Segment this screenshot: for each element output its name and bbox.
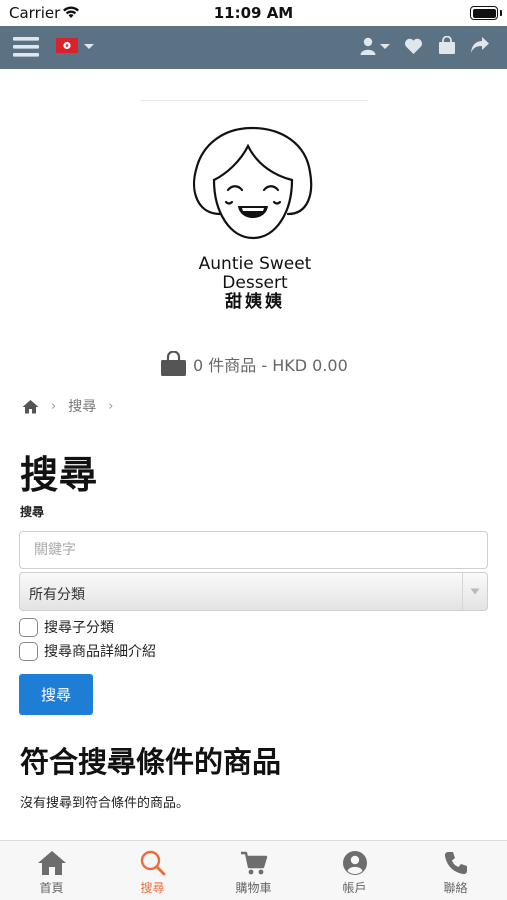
phone-icon bbox=[444, 852, 467, 875]
breadcrumb-current[interactable]: 搜尋 bbox=[68, 396, 96, 416]
subcategory-checkbox-label: 搜尋子分類 bbox=[44, 620, 114, 636]
select-arrow bbox=[462, 573, 487, 610]
description-checkbox-row[interactable]: 搜尋商品詳細介紹 bbox=[19, 641, 156, 661]
caret-down-icon bbox=[470, 588, 480, 595]
share-icon[interactable] bbox=[470, 36, 490, 54]
tab-search[interactable]: 搜尋 bbox=[102, 841, 203, 900]
search-icon bbox=[140, 850, 165, 876]
tab-account[interactable]: 帳戶 bbox=[304, 841, 405, 900]
breadcrumb-separator: › bbox=[51, 398, 57, 414]
breadcrumb-separator: › bbox=[108, 398, 114, 414]
page-title: 搜尋 bbox=[20, 453, 99, 497]
search-input[interactable] bbox=[19, 531, 488, 569]
home-icon bbox=[37, 851, 66, 875]
category-select[interactable]: 所有分類 bbox=[19, 572, 488, 611]
bottom-tab-bar: 首頁 搜尋 購物車 帳戶 聯絡 bbox=[0, 840, 507, 900]
subcategory-checkbox[interactable] bbox=[19, 617, 38, 637]
logo-line-1: Auntie Sweet bbox=[199, 254, 312, 274]
battery-icon bbox=[470, 6, 498, 20]
menu-icon[interactable] bbox=[12, 34, 40, 60]
cart-summary[interactable]: 0 件商品 - HKD 0.00 bbox=[160, 350, 348, 378]
hk-flag-icon bbox=[56, 38, 78, 53]
search-field-label: 搜尋 bbox=[20, 505, 45, 519]
tab-label: 聯絡 bbox=[443, 881, 468, 895]
status-bar: Carrier 11:09 AM bbox=[0, 0, 507, 26]
tab-cart[interactable]: 購物車 bbox=[203, 841, 304, 900]
category-select-value: 所有分類 bbox=[29, 587, 85, 603]
tab-label: 購物車 bbox=[235, 881, 272, 895]
top-navbar bbox=[0, 26, 507, 69]
chevron-down-icon bbox=[380, 44, 390, 49]
tab-contact[interactable]: 聯絡 bbox=[405, 841, 506, 900]
shopping-bag-icon bbox=[161, 351, 186, 376]
tab-home[interactable]: 首頁 bbox=[1, 841, 102, 900]
description-checkbox[interactable] bbox=[19, 641, 38, 661]
logo-line-2: Dessert bbox=[222, 273, 288, 293]
chevron-down-icon bbox=[84, 43, 94, 49]
user-icon bbox=[360, 37, 376, 55]
cart-summary-text: 0 件商品 - HKD 0.00 bbox=[193, 356, 348, 375]
tab-label: 搜尋 bbox=[140, 881, 165, 895]
search-button[interactable]: 搜尋 bbox=[19, 674, 93, 715]
account-icon bbox=[342, 851, 367, 875]
tab-label: 首頁 bbox=[39, 881, 64, 895]
account-menu[interactable] bbox=[360, 37, 391, 55]
heart-icon[interactable] bbox=[404, 38, 423, 55]
bag-icon[interactable] bbox=[438, 36, 456, 55]
clock-label: 11:09 AM bbox=[213, 4, 294, 22]
battery-tip bbox=[500, 10, 502, 16]
tab-label: 帳戶 bbox=[342, 881, 367, 895]
language-selector[interactable] bbox=[56, 38, 96, 53]
store-logo[interactable]: Auntie Sweet Dessert 甜姨姨 bbox=[180, 122, 330, 312]
cart-icon bbox=[240, 851, 267, 875]
logo-line-3: 甜姨姨 bbox=[225, 291, 285, 312]
breadcrumb: › 搜尋 › bbox=[22, 396, 125, 416]
logo-divider bbox=[140, 100, 368, 101]
subcategory-checkbox-row[interactable]: 搜尋子分類 bbox=[19, 617, 114, 637]
results-title: 符合搜尋條件的商品 bbox=[20, 745, 282, 779]
no-results-message: 沒有搜尋到符合條件的商品。 bbox=[20, 796, 190, 811]
description-checkbox-label: 搜尋商品詳細介紹 bbox=[44, 644, 156, 660]
home-icon[interactable] bbox=[22, 399, 39, 414]
